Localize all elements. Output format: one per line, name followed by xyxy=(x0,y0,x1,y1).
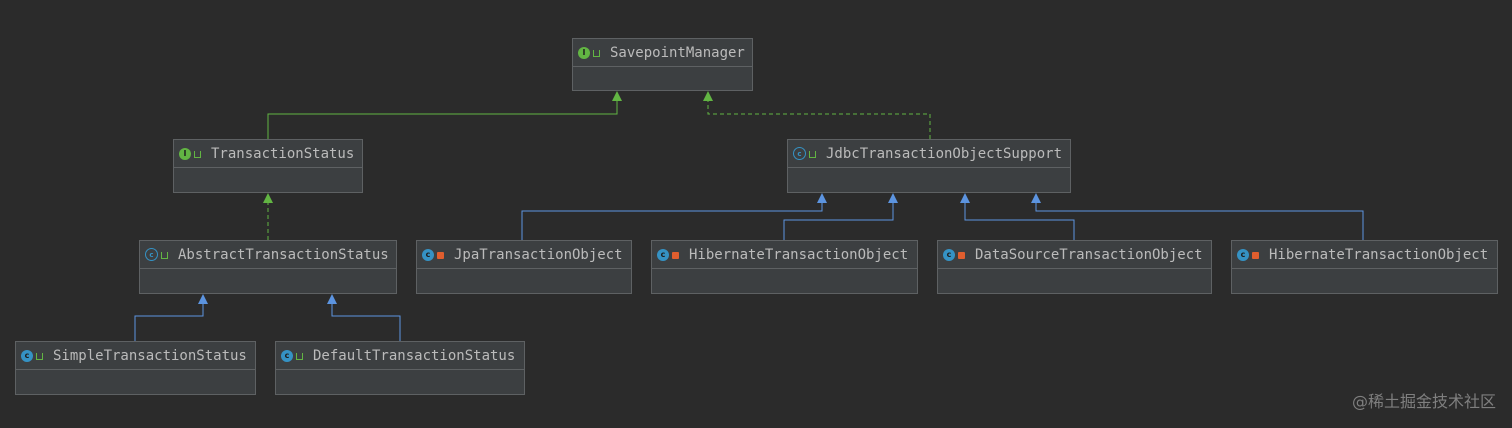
edge-hibernateobject1-to-jdbcsupport xyxy=(783,200,894,240)
edge-hibernateobject2-to-jdbcsupport xyxy=(1035,200,1364,240)
node-label: SimpleTransactionStatus xyxy=(53,347,247,364)
class-icon: c xyxy=(21,349,33,362)
arrowhead-jdbcsupport-3 xyxy=(960,193,970,203)
node-members xyxy=(788,168,1070,192)
lock-icon xyxy=(958,252,965,259)
node-members xyxy=(276,370,524,394)
node-members xyxy=(417,269,631,293)
public-visibility-icon xyxy=(36,353,43,360)
edge-jdbcsupport-to-savepointmanager xyxy=(707,98,931,139)
node-header: I TransactionStatus xyxy=(174,140,362,168)
node-jpa-transaction-object[interactable]: c JpaTransactionObject xyxy=(416,240,632,294)
node-header: I SavepointManager xyxy=(573,39,752,67)
node-members xyxy=(652,269,917,293)
node-jdbc-transaction-object-support[interactable]: c JdbcTransactionObjectSupport xyxy=(787,139,1071,193)
class-icon: c xyxy=(1237,248,1249,261)
arrowhead-abstractstatus-right xyxy=(327,294,337,304)
node-members xyxy=(1232,269,1497,293)
node-members xyxy=(938,269,1211,293)
node-header: c SimpleTransactionStatus xyxy=(16,342,255,370)
abstract-class-icon: c xyxy=(793,147,806,160)
node-savepoint-manager[interactable]: I SavepointManager xyxy=(572,38,753,91)
public-visibility-icon xyxy=(161,252,168,259)
edge-simplestatus-to-abstractstatus xyxy=(134,301,204,341)
node-simple-transaction-status[interactable]: c SimpleTransactionStatus xyxy=(15,341,256,395)
node-header: c JpaTransactionObject xyxy=(417,241,631,269)
arrowhead-jdbcsupport-4 xyxy=(1031,193,1041,203)
arrowhead-abstractstatus-left xyxy=(198,294,208,304)
node-abstract-transaction-status[interactable]: c AbstractTransactionStatus xyxy=(139,240,397,294)
node-members xyxy=(573,67,752,91)
interface-icon: I xyxy=(179,147,191,160)
arrowhead-savepointmanager-right xyxy=(703,91,713,101)
node-members xyxy=(174,168,362,192)
node-label: JpaTransactionObject xyxy=(454,246,623,263)
node-header: c DefaultTransactionStatus xyxy=(276,342,524,370)
lock-icon xyxy=(437,252,444,259)
arrowhead-savepointmanager-left xyxy=(612,91,622,101)
node-hibernate-transaction-object-2[interactable]: c HibernateTransactionObject xyxy=(1231,240,1498,294)
node-members xyxy=(140,269,396,293)
node-label: DataSourceTransactionObject xyxy=(975,246,1203,263)
edge-jpaobject-to-jdbcsupport xyxy=(521,200,823,240)
edge-datasourceobject-to-jdbcsupport xyxy=(964,200,1075,240)
abstract-class-icon: c xyxy=(145,248,158,261)
public-visibility-icon xyxy=(194,151,201,158)
node-label: HibernateTransactionObject xyxy=(1269,246,1489,263)
node-datasource-transaction-object[interactable]: c DataSourceTransactionObject xyxy=(937,240,1212,294)
arrowhead-jdbcsupport-2 xyxy=(888,193,898,203)
node-header: c JdbcTransactionObjectSupport xyxy=(788,140,1070,168)
node-header: c DataSourceTransactionObject xyxy=(938,241,1211,269)
node-label: HibernateTransactionObject xyxy=(689,246,909,263)
node-label: DefaultTransactionStatus xyxy=(313,347,516,364)
public-visibility-icon xyxy=(296,353,303,360)
lock-icon xyxy=(1252,252,1259,259)
public-visibility-icon xyxy=(593,50,600,57)
class-icon: c xyxy=(657,248,669,261)
edge-transactionstatus-to-savepointmanager xyxy=(267,98,618,139)
class-icon: c xyxy=(281,349,293,362)
node-transaction-status[interactable]: I TransactionStatus xyxy=(173,139,363,193)
node-header: c AbstractTransactionStatus xyxy=(140,241,396,269)
node-header: c HibernateTransactionObject xyxy=(652,241,917,269)
node-default-transaction-status[interactable]: c DefaultTransactionStatus xyxy=(275,341,525,395)
node-hibernate-transaction-object-1[interactable]: c HibernateTransactionObject xyxy=(651,240,918,294)
node-members xyxy=(16,370,255,394)
arrowhead-jdbcsupport-1 xyxy=(817,193,827,203)
node-header: c HibernateTransactionObject xyxy=(1232,241,1497,269)
node-label: JdbcTransactionObjectSupport xyxy=(826,145,1063,162)
class-icon: c xyxy=(422,248,434,261)
edge-defaultstatus-to-abstractstatus xyxy=(331,301,401,341)
public-visibility-icon xyxy=(809,151,816,158)
node-label: AbstractTransactionStatus xyxy=(178,246,389,263)
node-label: SavepointManager xyxy=(610,44,745,61)
node-label: TransactionStatus xyxy=(211,145,355,162)
arrowhead-transactionstatus xyxy=(263,193,273,203)
watermark: @稀土掘金技术社区 xyxy=(1351,392,1496,411)
static-class-icon: c xyxy=(943,248,955,261)
lock-icon xyxy=(672,252,679,259)
interface-icon: I xyxy=(578,46,590,59)
